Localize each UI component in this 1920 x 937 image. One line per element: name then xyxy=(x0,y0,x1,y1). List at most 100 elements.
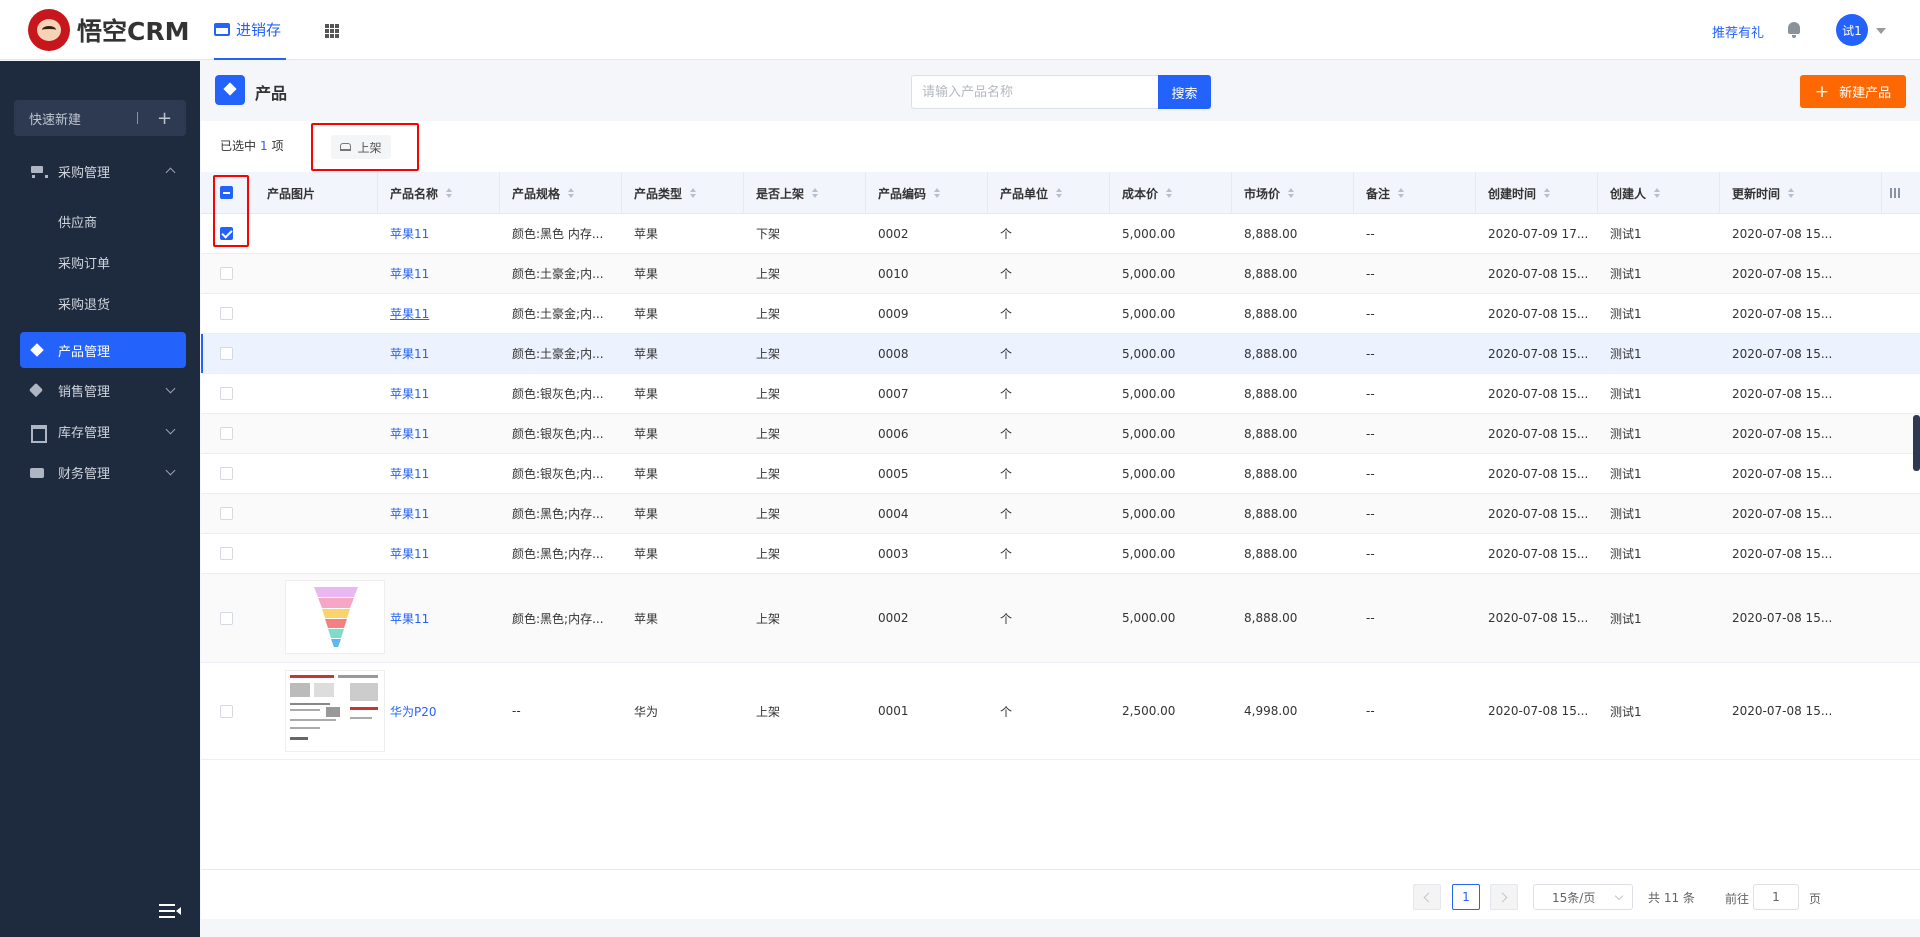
product-thumbnail[interactable] xyxy=(285,580,385,654)
apps-grid-icon[interactable] xyxy=(325,24,339,38)
creator: 测试1 xyxy=(1610,547,1642,561)
column-settings-icon[interactable] xyxy=(1890,188,1901,198)
product-name[interactable]: 苹果11 xyxy=(378,494,500,533)
row-checkbox[interactable] xyxy=(220,387,233,400)
avatar[interactable]: 试1 xyxy=(1836,14,1868,46)
row-checkbox[interactable] xyxy=(220,227,233,240)
sidebar-item-finance[interactable]: 财务管理 xyxy=(20,454,186,490)
row-checkbox[interactable] xyxy=(220,704,233,718)
sidebar-item-inventory[interactable]: 库存管理 xyxy=(20,413,186,449)
row-checkbox[interactable] xyxy=(220,347,233,360)
quick-new-label: 快速新建 xyxy=(29,112,82,128)
cost-price: 5,000.00 xyxy=(1122,226,1176,241)
updated-time: 2020-07-08 15... xyxy=(1732,466,1833,481)
product-name[interactable]: 苹果11 xyxy=(378,574,500,662)
new-product-button[interactable]: + 新建产品 xyxy=(1800,75,1906,108)
market-price: 8,888.00 xyxy=(1244,306,1298,321)
goto-page-input[interactable] xyxy=(1753,884,1799,910)
table-row[interactable]: 苹果11 颜色:黑色;内存... 苹果 上架 0004 个 5,000.00 8,888.00… xyxy=(201,494,1920,534)
column-header[interactable]: 备注 xyxy=(1354,172,1476,214)
page-number-1[interactable]: 1 xyxy=(1452,884,1480,910)
row-checkbox[interactable] xyxy=(220,267,233,280)
column-header[interactable]: 产品编码 xyxy=(866,172,988,214)
row-checkbox[interactable] xyxy=(220,467,233,480)
product-code: 0007 xyxy=(878,386,909,401)
created-time: 2020-07-09 17... xyxy=(1488,226,1589,241)
row-checkbox[interactable] xyxy=(220,427,233,440)
sidebar: 快速新建 + 采购管理 供应商 采购订单 采购退货 产品管理 销售管理 库存管理… xyxy=(0,61,200,937)
column-header[interactable]: 产品名称 xyxy=(378,172,500,214)
column-header[interactable]: 市场价 xyxy=(1232,172,1354,214)
table-row[interactable]: 苹果11 颜色:黑色;内存... 苹果 上架 0003 个 5,000.00 8,888.00… xyxy=(201,534,1920,574)
select-all-checkbox[interactable] xyxy=(220,186,233,199)
caret-down-icon[interactable] xyxy=(1876,28,1886,34)
column-header[interactable]: 产品类型 xyxy=(622,172,744,214)
shelf-on-button[interactable]: 上架 xyxy=(331,135,391,159)
column-header[interactable]: 成本价 xyxy=(1110,172,1232,214)
search-button[interactable]: 搜索 xyxy=(1158,75,1211,109)
column-header[interactable]: 产品规格 xyxy=(500,172,622,214)
remark: -- xyxy=(1366,506,1375,521)
new-product-label: 新建产品 xyxy=(1839,86,1892,101)
sidebar-subitem-purchase-return[interactable]: 采购退货 xyxy=(58,294,110,313)
product-type: 苹果 xyxy=(634,467,659,481)
collapse-sidebar-icon[interactable] xyxy=(159,904,181,918)
column-header[interactable]: 更新时间 xyxy=(1720,172,1882,214)
row-checkbox[interactable] xyxy=(220,507,233,520)
column-header[interactable]: 创建人 xyxy=(1598,172,1720,214)
product-name[interactable]: 苹果11 xyxy=(378,334,500,373)
page-size-select[interactable]: 15条/页 xyxy=(1533,884,1633,910)
creator: 测试1 xyxy=(1610,704,1642,719)
table-row[interactable]: 苹果11 颜色:黑色;内存... 苹果 上架 0002 个 5,000.00 8,888.00… xyxy=(201,574,1920,663)
search-input[interactable] xyxy=(911,75,1158,109)
column-header[interactable]: 产品单位 xyxy=(988,172,1110,214)
column-header[interactable]: 创建时间 xyxy=(1476,172,1598,214)
table-row[interactable]: 苹果11 颜色:土豪金;内... 苹果 上架 0008 个 5,000.00 8,888.00… xyxy=(201,334,1920,374)
product-type: 苹果 xyxy=(634,547,659,561)
sidebar-subitem-supplier[interactable]: 供应商 xyxy=(58,212,97,231)
product-name[interactable]: 苹果11 xyxy=(378,254,500,293)
table-row[interactable]: 苹果11 颜色:土豪金;内... 苹果 上架 0010 个 5,000.00 8,888.00… xyxy=(201,254,1920,294)
nav-tab-inventory[interactable]: 进销存 xyxy=(214,0,286,60)
product-name[interactable]: 苹果11 xyxy=(378,374,500,413)
updated-time: 2020-07-08 15... xyxy=(1732,266,1833,281)
column-header[interactable]: 是否上架 xyxy=(744,172,866,214)
product-thumbnail[interactable] xyxy=(285,670,385,752)
pagination: 1 15条/页 共 11 条 前往 页 xyxy=(201,869,1920,919)
prev-page-button[interactable] xyxy=(1413,884,1441,910)
row-checkbox[interactable] xyxy=(220,307,233,320)
table-row[interactable]: 苹果11 颜色:银灰色;内... 苹果 上架 0007 个 5,000.00 8,888.00… xyxy=(201,374,1920,414)
sidebar-item-label: 产品管理 xyxy=(58,344,111,360)
product-name[interactable]: 苹果11 xyxy=(378,454,500,493)
table-row[interactable]: 苹果11 颜色:银灰色;内... 苹果 上架 0005 个 5,000.00 8,888.00… xyxy=(201,454,1920,494)
plus-icon[interactable]: + xyxy=(157,108,172,129)
product-name[interactable]: 华为P20 xyxy=(378,663,500,759)
scrollbar[interactable] xyxy=(1913,415,1920,471)
row-checkbox[interactable] xyxy=(220,611,233,625)
product-name[interactable]: 苹果11 xyxy=(378,294,500,333)
page-header: 产品 搜索 + 新建产品 xyxy=(201,61,1920,121)
updated-time: 2020-07-08 15... xyxy=(1732,226,1833,241)
product-type: 苹果 xyxy=(634,227,659,241)
product-name[interactable]: 苹果11 xyxy=(378,414,500,453)
recommend-link[interactable]: 推荐有礼 xyxy=(1712,22,1764,41)
table-row[interactable]: 苹果11 颜色:土豪金;内... 苹果 上架 0009 个 5,000.00 8,888.00… xyxy=(201,294,1920,334)
quick-new-button[interactable]: 快速新建 + xyxy=(14,100,186,136)
row-checkbox[interactable] xyxy=(220,547,233,560)
created-time: 2020-07-08 15... xyxy=(1488,704,1589,718)
product-name[interactable]: 苹果11 xyxy=(378,534,500,573)
sidebar-item-purchase[interactable]: 采购管理 xyxy=(20,153,186,189)
sidebar-subitem-purchase-order[interactable]: 采购订单 xyxy=(58,253,110,272)
product-name[interactable]: 苹果11 xyxy=(378,214,500,253)
logo[interactable]: 悟空CRM xyxy=(28,9,189,51)
product-code: 0010 xyxy=(878,266,909,281)
table-row[interactable]: 苹果11 颜色:黑色 内存... 苹果 下架 0002 个 5,000.00 8,888.00… xyxy=(201,214,1920,254)
sidebar-item-product[interactable]: 产品管理 xyxy=(20,332,186,368)
table-row[interactable]: 华为P20 -- 华为 上架 0001 个 2,500.00 4,998.00 -- 2020-0… xyxy=(201,663,1920,760)
sidebar-item-sales[interactable]: 销售管理 xyxy=(20,372,186,408)
next-page-button[interactable] xyxy=(1490,884,1518,910)
table-row[interactable]: 苹果11 颜色:银灰色;内... 苹果 上架 0006 个 5,000.00 8,888.00… xyxy=(201,414,1920,454)
cost-price: 5,000.00 xyxy=(1122,386,1176,401)
bell-icon[interactable] xyxy=(1787,22,1801,38)
product-unit: 个 xyxy=(1000,507,1013,521)
